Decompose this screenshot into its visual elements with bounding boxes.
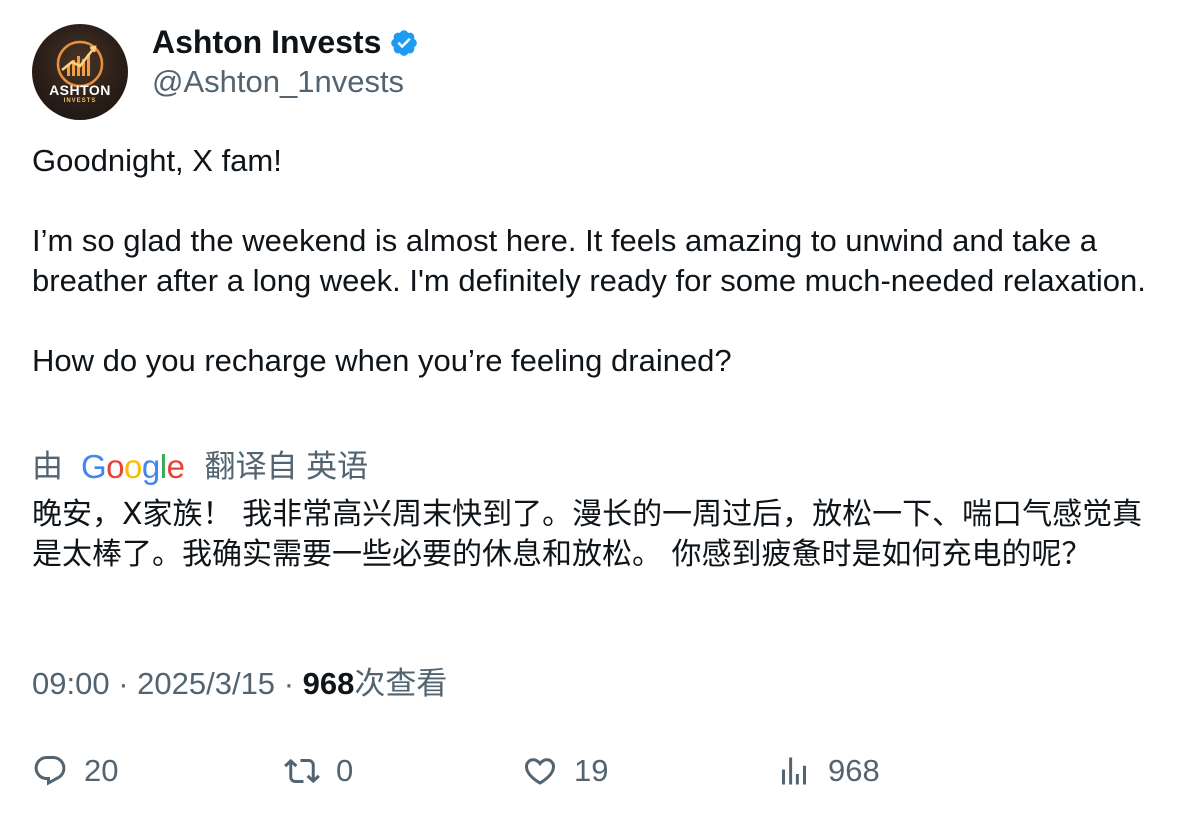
avatar-logo-text: ASHTON bbox=[49, 82, 111, 98]
reply-icon bbox=[34, 756, 66, 786]
analytics-icon bbox=[782, 757, 806, 785]
tweet-meta: 09:00 · 2025/3/15 · 968次查看 bbox=[32, 666, 448, 701]
author-handle[interactable]: @Ashton_1nvests bbox=[152, 62, 404, 102]
tweet-time[interactable]: 09:00 bbox=[32, 666, 110, 701]
tweet-text: Goodnight, X fam! I’m so glad the weeken… bbox=[32, 141, 1172, 381]
retweet-icon bbox=[284, 758, 320, 784]
google-logo-icon: Google bbox=[81, 448, 185, 485]
tweet-views-count: 968 bbox=[302, 666, 355, 701]
like-button[interactable]: 19 bbox=[522, 751, 608, 791]
ashton-logo-icon bbox=[56, 40, 104, 88]
avatar-logo-subtext: INVESTS bbox=[63, 98, 97, 104]
translation-attribution: 由 Google 翻译自 英语 bbox=[32, 447, 368, 487]
reply-count: 20 bbox=[84, 753, 119, 788]
tweet-paragraph: Goodnight, X fam! bbox=[32, 143, 282, 178]
tweet-paragraph: How do you recharge when you’re feeling … bbox=[32, 343, 732, 378]
retweet-count: 0 bbox=[336, 753, 354, 788]
author-display-name[interactable]: Ashton Invests bbox=[152, 22, 381, 62]
retweet-button[interactable]: 0 bbox=[284, 751, 353, 791]
translation-by-label: 由 bbox=[32, 449, 63, 484]
verified-badge-icon[interactable] bbox=[389, 27, 419, 57]
views-count: 968 bbox=[828, 753, 880, 788]
like-count: 19 bbox=[574, 753, 609, 788]
avatar[interactable]: ASHTON INVESTS bbox=[32, 24, 128, 120]
tweet-paragraph: I’m so glad the weekend is almost here. … bbox=[32, 223, 1146, 298]
translated-text: 晚安，X家族！ 我非常高兴周末快到了。漫长的一周过后，放松一下、喘口气感觉真是太… bbox=[32, 497, 1143, 572]
reply-button[interactable]: 20 bbox=[32, 751, 118, 791]
tweet-views-label: 次查看 bbox=[354, 666, 448, 701]
heart-icon bbox=[524, 758, 556, 785]
author-name-row[interactable]: Ashton Invests bbox=[152, 22, 419, 62]
views-button[interactable]: 968 bbox=[776, 751, 880, 791]
translation-source-label: 翻译自 英语 bbox=[204, 449, 369, 484]
tweet-date[interactable]: 2025/3/15 bbox=[137, 666, 275, 701]
